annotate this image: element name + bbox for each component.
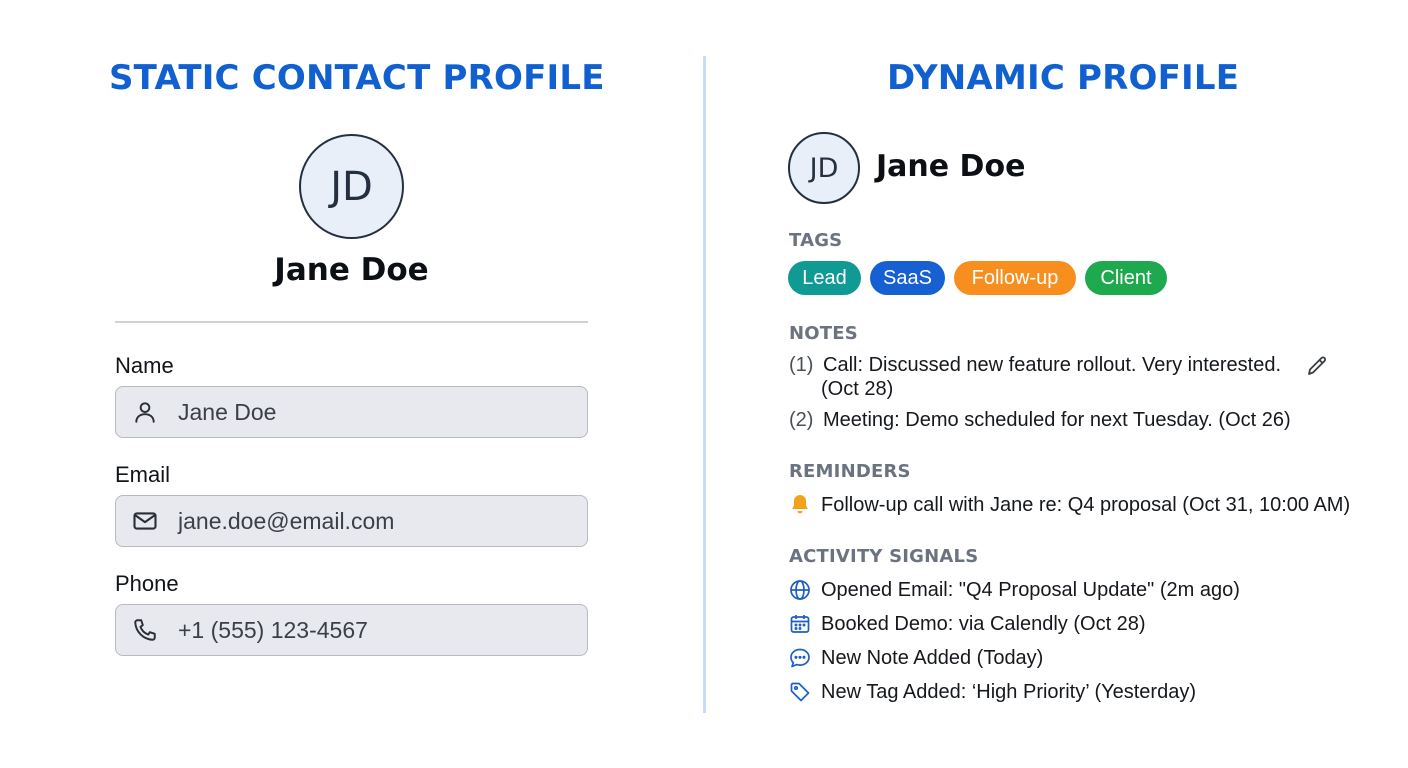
email-field[interactable]: jane.doe@email.com [115, 495, 588, 547]
phone-value: +1 (555) 123-4567 [178, 616, 368, 643]
contact-name: Jane Doe [876, 149, 1026, 184]
avatar-initials: JD [330, 163, 373, 210]
activity-item: Booked Demo: via Calendly (Oct 28) [821, 613, 1146, 635]
note-number: (1) [789, 354, 814, 376]
activity-item: New Note Added (Today) [821, 647, 1044, 669]
activity-item: Opened Email: "Q4 Proposal Update" (2m a… [821, 579, 1240, 601]
name-label: Name [115, 353, 174, 378]
tag-lead[interactable]: Lead [788, 261, 861, 295]
calendar-icon [787, 611, 813, 637]
name-field[interactable]: Jane Doe [115, 386, 588, 438]
panel-divider [703, 56, 706, 713]
mail-icon [130, 506, 160, 536]
reminders-section-title: REMINDERS [789, 461, 911, 482]
pencil-icon[interactable] [1305, 354, 1329, 378]
globe-icon [787, 577, 813, 603]
email-value: jane.doe@email.com [178, 507, 395, 534]
activity-item: New Tag Added: ‘High Priority’ (Yesterda… [821, 681, 1196, 703]
avatar: JD [788, 132, 860, 204]
note-number: (2) [789, 409, 814, 431]
chat-bubble-icon [787, 645, 813, 671]
note-text: Call: Discussed new feature rollout. Ver… [823, 354, 1282, 376]
phone-field[interactable]: +1 (555) 123-4567 [115, 604, 588, 656]
dynamic-profile-heading: DYNAMIC PROFILE [887, 58, 1240, 98]
note-item: (1) Call: Discussed new feature rollout.… [789, 354, 1281, 377]
tag-follow-up[interactable]: Follow-up [954, 261, 1076, 295]
phone-icon [130, 615, 160, 645]
tag-saas[interactable]: SaaS [870, 261, 945, 295]
reminder-text: Follow-up call with Jane re: Q4 proposal… [821, 494, 1351, 516]
user-icon [130, 397, 160, 427]
name-value: Jane Doe [178, 398, 277, 425]
divider-line [115, 321, 588, 323]
email-label: Email [115, 462, 171, 487]
note-item: (2) Meeting: Demo scheduled for next Tue… [789, 409, 1291, 432]
notes-section-title: NOTES [789, 323, 858, 344]
static-profile-heading: STATIC CONTACT PROFILE [109, 58, 605, 98]
activity-section-title: ACTIVITY SIGNALS [789, 546, 979, 567]
contact-name: Jane Doe [274, 252, 429, 288]
avatar-initials: JD [809, 152, 839, 184]
phone-label: Phone [115, 571, 179, 596]
bell-icon [787, 491, 813, 517]
tag-client[interactable]: Client [1085, 261, 1167, 295]
tag-icon [787, 679, 813, 705]
note-date: (Oct 28) [821, 378, 894, 400]
note-text: Meeting: Demo scheduled for next Tuesday… [823, 409, 1291, 431]
avatar: JD [299, 134, 404, 239]
tags-section-title: TAGS [789, 230, 843, 251]
